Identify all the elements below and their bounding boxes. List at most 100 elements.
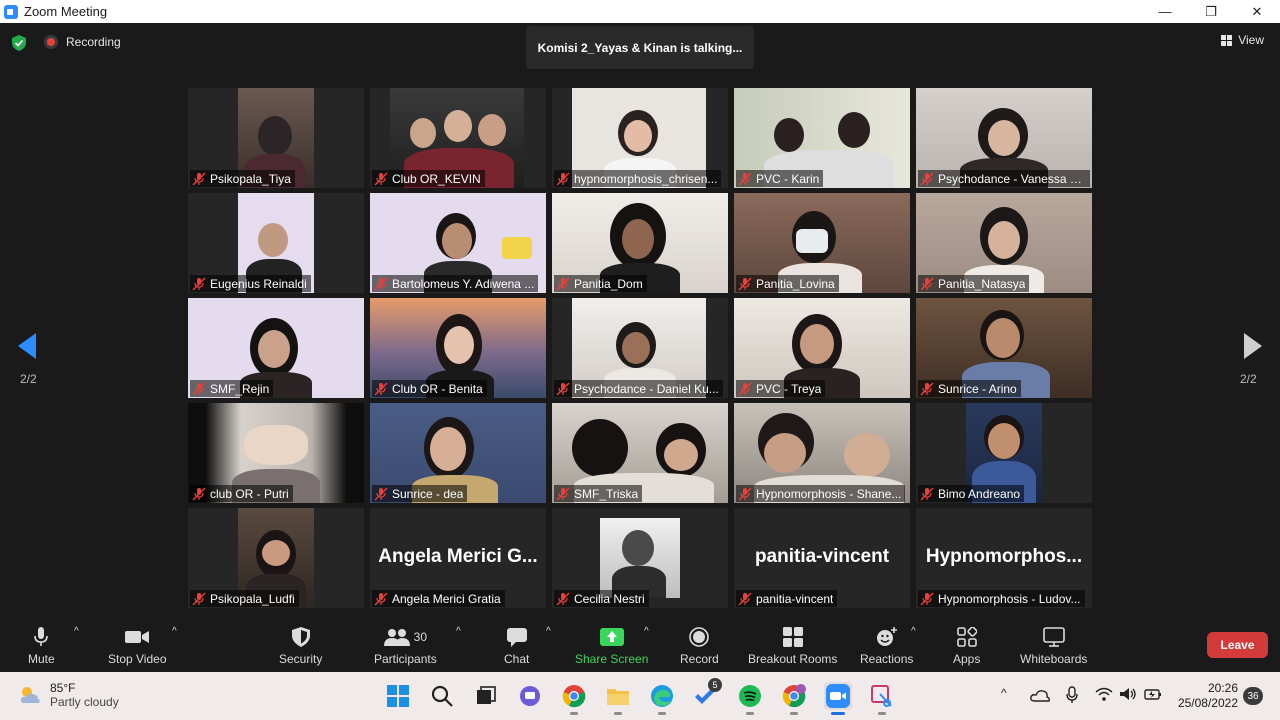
participant-tile[interactable]: Cecilia Nestri — [552, 508, 728, 608]
window-title: Zoom Meeting — [24, 4, 108, 19]
search-icon — [431, 685, 453, 707]
participant-display-name: Hypnomorphos... — [925, 546, 1083, 567]
edge-button[interactable] — [648, 682, 676, 715]
participant-tile[interactable]: Club OR - Benita — [370, 298, 546, 398]
participant-tile[interactable]: Bartolomeus Y. Adiwena ... — [370, 193, 546, 293]
running-indicator — [658, 712, 666, 715]
teams-chat-button[interactable] — [516, 682, 544, 710]
participant-tile[interactable]: Hypnomorphos... Hypnomorphosis - Ludov..… — [916, 508, 1092, 608]
snipping-tool-icon — [871, 685, 892, 707]
participant-name-bar: Sunrice - dea — [372, 485, 468, 502]
breakout-rooms-label: Breakout Rooms — [748, 652, 838, 666]
mic-muted-icon — [920, 382, 934, 395]
mic-muted-icon — [556, 592, 570, 605]
participant-tile[interactable]: Psikopala_Tiya — [188, 88, 364, 188]
security-button[interactable]: Security — [279, 626, 322, 666]
leave-meeting-button[interactable]: Leave — [1207, 632, 1268, 658]
participant-tile[interactable]: Sunrice - Arino — [916, 298, 1092, 398]
spotify-button[interactable] — [736, 682, 764, 715]
microphone-icon — [33, 626, 49, 648]
reactions-button[interactable]: Reactions — [860, 626, 913, 666]
running-indicator — [790, 712, 798, 715]
start-button[interactable] — [384, 682, 412, 710]
participant-tile[interactable]: Angela Merici G... Angela Merici Gratia — [370, 508, 546, 608]
participants-icon — [383, 629, 410, 646]
participant-tile[interactable]: club OR - Putri — [188, 403, 364, 503]
participant-tile[interactable]: Panitia_Natasya — [916, 193, 1092, 293]
maximize-button[interactable]: ❐ — [1188, 0, 1234, 23]
participant-name: panitia-vincent — [756, 591, 834, 606]
participant-tile[interactable]: Sunrice - dea — [370, 403, 546, 503]
minimize-button[interactable]: — — [1142, 0, 1188, 23]
microphone-tray-icon[interactable] — [1066, 686, 1078, 704]
record-icon — [689, 626, 710, 648]
mute-button[interactable]: Mute — [28, 626, 55, 666]
participant-tile[interactable]: SMF_Triska — [552, 403, 728, 503]
snipping-tool-button[interactable] — [868, 682, 896, 715]
participant-tile[interactable]: Bimo Andreano — [916, 403, 1092, 503]
whiteboards-label: Whiteboards — [1020, 652, 1088, 666]
close-button[interactable]: ✕ — [1234, 0, 1280, 23]
battery-charging-icon[interactable] — [1144, 687, 1162, 701]
chat-button[interactable]: Chat — [504, 626, 529, 666]
meeting-area: Recording Komisi 2_Yayas & Kinan is talk… — [0, 23, 1280, 618]
chat-options-caret-icon[interactable]: ^ — [546, 626, 551, 637]
participant-tile[interactable]: Psychodance - Vanessa D... — [916, 88, 1092, 188]
search-button[interactable] — [428, 682, 456, 710]
system-clock[interactable]: 20:26 25/08/2022 — [1170, 681, 1238, 711]
participant-tile[interactable]: SMF_Rejin — [188, 298, 364, 398]
participant-tile[interactable]: Club OR_KEVIN — [370, 88, 546, 188]
teams-chat-icon — [520, 686, 540, 706]
reactions-options-caret-icon[interactable]: ^ — [911, 626, 916, 637]
participant-tile[interactable]: Psychodance - Daniel Ku... — [552, 298, 728, 398]
share-options-caret-icon[interactable]: ^ — [644, 626, 649, 637]
task-view-button[interactable] — [472, 682, 500, 710]
share-screen-button[interactable]: Share Screen — [575, 626, 648, 666]
record-button[interactable]: Record — [680, 626, 719, 666]
participants-button[interactable]: 30 Participants — [374, 626, 437, 666]
recording-label: Recording — [66, 35, 121, 49]
participant-tile[interactable]: PVC - Treya — [734, 298, 910, 398]
page-indicator-right: 2/2 — [1240, 372, 1257, 386]
weather-widget[interactable]: 85°F Partly cloudy — [18, 681, 119, 709]
notification-count-badge[interactable]: 36 — [1243, 687, 1263, 705]
participant-tile[interactable]: PVC - Karin — [734, 88, 910, 188]
participants-icon-wrap: 30 — [383, 626, 427, 648]
onedrive-cloud-icon[interactable] — [1030, 688, 1050, 702]
view-label: View — [1238, 33, 1264, 47]
participants-options-caret-icon[interactable]: ^ — [456, 626, 461, 637]
zoom-taskbar-button[interactable] — [824, 682, 852, 715]
chrome-profile-button[interactable] — [780, 682, 808, 715]
participant-tile[interactable]: Panitia_Lovina — [734, 193, 910, 293]
windows-start-icon — [387, 685, 409, 707]
view-button[interactable]: View — [1221, 33, 1264, 47]
participant-tile[interactable]: Panitia_Dom — [552, 193, 728, 293]
apps-button[interactable]: Apps — [953, 626, 980, 666]
participant-name: Panitia_Lovina — [756, 276, 835, 291]
next-page-arrow-icon[interactable] — [1244, 333, 1262, 359]
participant-tile[interactable]: Psikopala_Ludfi — [188, 508, 364, 608]
audio-options-caret-icon[interactable]: ^ — [74, 626, 79, 637]
mic-muted-icon — [374, 277, 388, 290]
participant-tile[interactable]: Eugenius Reinaldi — [188, 193, 364, 293]
mic-muted-icon — [920, 487, 934, 500]
running-indicator — [570, 712, 578, 715]
volume-icon[interactable] — [1119, 687, 1137, 701]
recording-indicator[interactable]: Recording — [44, 35, 121, 49]
participant-tile[interactable]: Hypnomorphosis - Shane... — [734, 403, 910, 503]
participant-name: Panitia_Dom — [574, 276, 643, 291]
video-options-caret-icon[interactable]: ^ — [172, 626, 177, 637]
wifi-icon[interactable] — [1095, 687, 1113, 701]
participant-tile[interactable]: panitia-vincent panitia-vincent — [734, 508, 910, 608]
chrome-button[interactable] — [560, 682, 588, 715]
file-explorer-button[interactable] — [604, 682, 632, 715]
todo-button[interactable]: 5 — [692, 678, 722, 710]
participant-tile[interactable]: hypnomorphosis_chrisen... — [552, 88, 728, 188]
whiteboards-button[interactable]: Whiteboards — [1020, 626, 1087, 666]
stop-video-button[interactable]: Stop Video — [108, 626, 167, 666]
participant-name-bar: Sunrice - Arino — [918, 380, 1021, 397]
show-hidden-icons-button[interactable]: ^ — [1001, 686, 1007, 700]
previous-page-arrow-icon[interactable] — [18, 333, 36, 359]
breakout-rooms-button[interactable]: Breakout Rooms — [748, 626, 837, 666]
encryption-shield-icon[interactable] — [12, 35, 26, 51]
